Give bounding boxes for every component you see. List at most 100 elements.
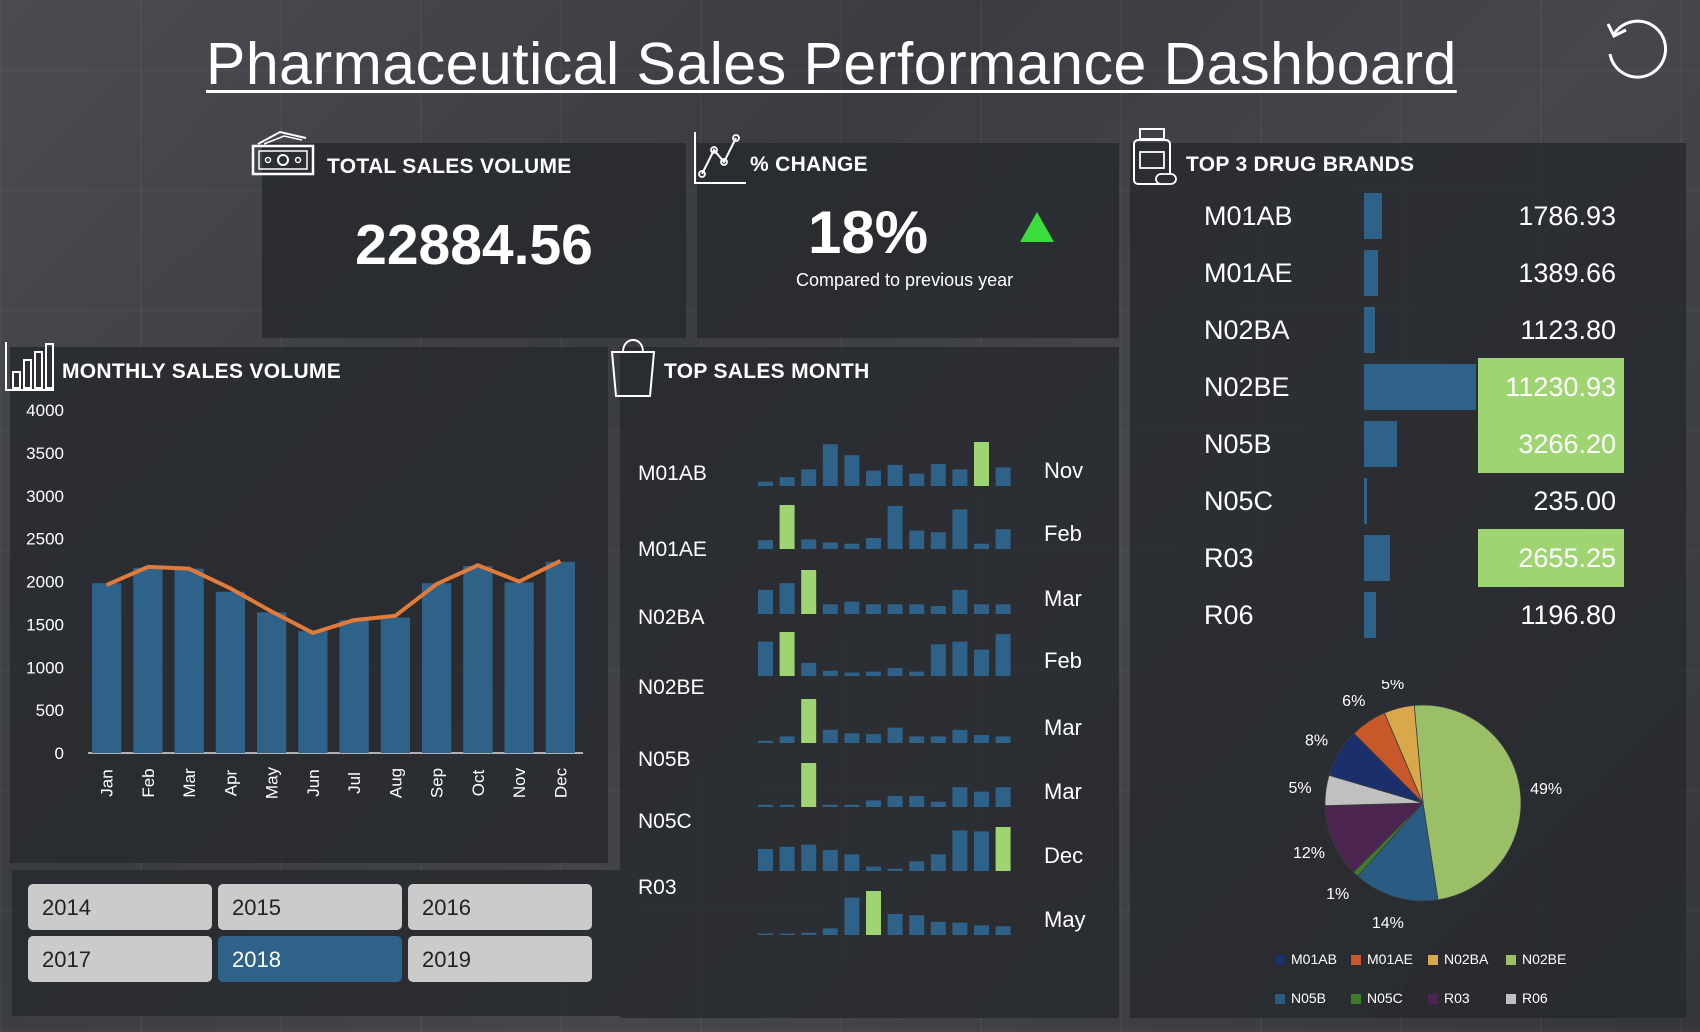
sparkbar-10 [974,831,989,871]
year-button-2016[interactable]: 2016 [408,884,592,930]
monthly-sales-chart: 0 500 1000 1500 2000 2500 3000 3500 4000 Jan Feb Ma… [26,401,583,799]
top-month-sparkbar [758,699,1011,743]
brand-bar [1364,307,1376,353]
sparkbar-3 [822,804,838,807]
y-tick-label: 3000 [26,487,64,506]
year-button-2017[interactable]: 2017 [28,936,212,982]
brand-value: 1196.80 [1520,600,1616,630]
sparkbar-8 [930,644,946,676]
sparkbar-0 [758,540,773,549]
sparkbar-9 [952,830,968,871]
year-button-2019[interactable]: 2019 [408,936,592,982]
sparkbar-0 [758,740,773,743]
legend-swatch [1428,994,1438,1004]
sparkbar-11 [995,736,1011,743]
brand-share-pie-chart: 49% 14% 1% 12% 5% 8% 6% 5% [1288,680,1562,932]
pct-change-value: 18% [808,199,929,266]
sparkbar-2 [801,469,817,486]
brand-bar [1364,364,1476,410]
sparkbar-1 [779,846,795,871]
sparkbar-11 [995,634,1011,676]
shopping-bag-icon [610,339,656,397]
sparkbar-8 [930,801,946,807]
sparkbar-8 [930,606,946,614]
sparkbar-7 [909,861,925,871]
top-month-drug: N02BE [638,676,705,699]
sparkbar-1 [779,505,795,549]
sparkbar-7 [909,915,925,935]
brand-value: 1389.66 [1518,258,1616,288]
reset-icon[interactable] [1598,12,1674,88]
brand-name: N05B [1204,429,1272,459]
pie-data-label: 5% [1381,680,1404,693]
pie-data-label: 14% [1372,915,1404,932]
sparkbar-8 [930,464,946,486]
brand-name: M01AB [1204,201,1293,231]
sparkbar-9 [952,787,968,807]
brand-bar [1364,478,1367,524]
bar-chart-icon [5,342,54,391]
sparkbar-0 [758,641,773,676]
brand-bar [1364,421,1397,467]
top-month-drug: M01AB [638,462,707,485]
brand-bar [1364,193,1382,239]
sparkbar-1 [779,632,795,676]
sparkbar-8 [930,854,946,871]
sparkbar-11 [995,787,1011,807]
sparkbar-10 [974,604,989,614]
brand-name: N02BE [1204,372,1290,402]
brand-bar [1364,535,1391,581]
dashboard-title: Pharmaceutical Sales Performance Dashboa… [206,31,1457,97]
sparkbar-2 [801,539,817,549]
sparkbar-0 [758,481,773,486]
brand-value: 11230.93 [1505,372,1616,402]
y-tick-label: 1500 [26,615,64,634]
sparkbar-11 [995,926,1011,935]
monthly-bar [174,568,204,753]
sparkbar-4 [844,455,860,486]
top-brands-label: TOP 3 DRUG BRANDS [1186,153,1415,176]
brand-name: N02BA [1204,315,1290,345]
sparkbar-3 [822,444,838,486]
top-month-month: Feb [1044,521,1082,546]
top-month-sparkbar [758,442,1011,486]
year-button-2018[interactable]: 2018 [218,936,402,982]
sparkbar-7 [909,604,925,614]
sparkbar-1 [779,933,795,935]
brand-value: 1123.80 [1520,315,1616,345]
sparkbar-3 [822,729,838,743]
x-tick-label: Jul [345,772,364,794]
pct-change-note: Compared to previous year [796,270,1014,290]
sparkbar-2 [801,844,817,871]
sparkbar-8 [930,921,946,935]
sparkbar-3 [822,542,838,549]
sparkbar-5 [866,470,881,486]
year-button-2015[interactable]: 2015 [218,884,402,930]
legend-swatch [1275,955,1285,965]
sparkbar-4 [844,733,860,743]
sparkbar-4 [844,804,860,807]
sparkbar-8 [930,532,946,549]
legend-swatch [1351,955,1361,965]
sparkbar-6 [887,505,903,549]
legend-label: N05C [1367,990,1403,1006]
sparkbar-2 [801,662,817,676]
sparkbar-3 [822,604,838,614]
sparkbar-11 [995,467,1011,486]
brand-name: N05C [1204,486,1274,516]
sparkbar-5 [866,734,881,743]
y-tick-label: 2500 [26,530,64,549]
x-tick-label: May [263,766,282,799]
legend-label: N05B [1291,990,1327,1006]
monthly-bar [545,561,575,753]
brand-value: 235.00 [1533,486,1616,516]
sparkbar-3 [822,670,838,676]
year-button-2014[interactable]: 2014 [28,884,212,930]
top-month-sparkbar [758,763,1011,807]
sparkbar-10 [974,925,989,935]
x-tick-label: Dec [551,767,570,798]
sparkbar-11 [995,604,1011,614]
monthly-bar [298,631,328,753]
top-month-sparkbar [758,632,1011,676]
top-month-month: Nov [1044,458,1084,483]
